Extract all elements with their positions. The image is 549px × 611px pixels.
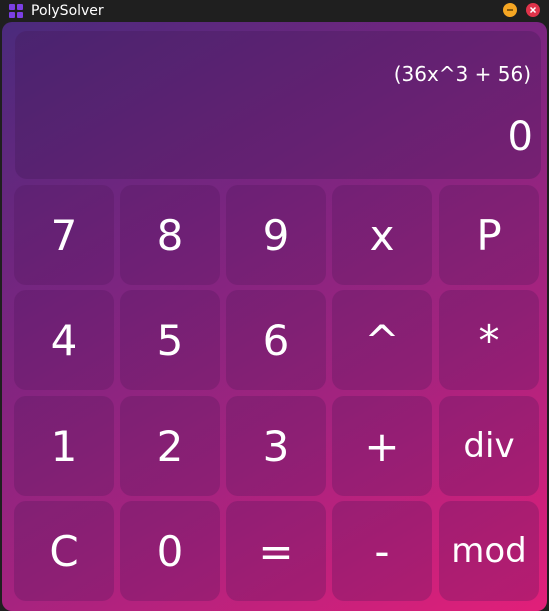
minimize-icon: [507, 9, 513, 11]
calculator-window: (36x^3 + 56) 0 7 8 9 x P 4 5 6 ^ * 1 2 3…: [2, 22, 547, 611]
key-8[interactable]: 8: [120, 185, 220, 285]
window-title: PolySolver: [31, 3, 104, 19]
key-mod[interactable]: mod: [439, 501, 539, 601]
key-5[interactable]: 5: [120, 290, 220, 390]
key-div[interactable]: div: [439, 396, 539, 496]
key-p[interactable]: P: [439, 185, 539, 285]
key-power[interactable]: ^: [332, 290, 432, 390]
grid-app-icon: [9, 4, 23, 18]
close-icon: [529, 6, 537, 14]
key-4[interactable]: 4: [14, 290, 114, 390]
key-0[interactable]: 0: [120, 501, 220, 601]
close-button[interactable]: [526, 3, 540, 17]
key-equals[interactable]: =: [226, 501, 326, 601]
minimize-button[interactable]: [503, 3, 517, 17]
expression-display: (36x^3 + 56): [393, 62, 531, 86]
key-1[interactable]: 1: [14, 396, 114, 496]
key-7[interactable]: 7: [14, 185, 114, 285]
title-bar: PolySolver: [0, 0, 549, 22]
key-x[interactable]: x: [332, 185, 432, 285]
key-add[interactable]: +: [332, 396, 432, 496]
key-multiply[interactable]: *: [439, 290, 539, 390]
key-clear[interactable]: C: [14, 501, 114, 601]
key-subtract[interactable]: -: [332, 501, 432, 601]
display-panel: (36x^3 + 56) 0: [15, 31, 541, 179]
key-9[interactable]: 9: [226, 185, 326, 285]
key-3[interactable]: 3: [226, 396, 326, 496]
key-2[interactable]: 2: [120, 396, 220, 496]
key-6[interactable]: 6: [226, 290, 326, 390]
result-display: 0: [507, 114, 533, 160]
